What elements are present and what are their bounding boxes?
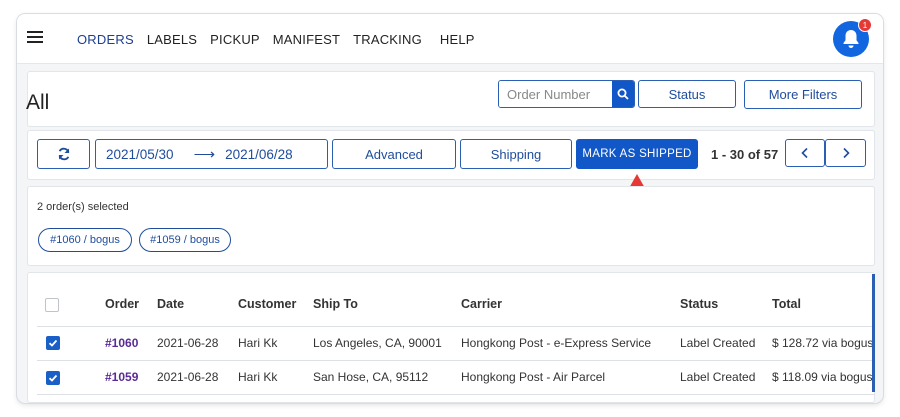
nav-manifest[interactable]: MANIFEST [273,32,340,47]
order-date: 2021-06-28 [157,370,219,384]
more-filters-button[interactable]: More Filters [744,80,862,109]
order-total: $ 128.72 via bogus [772,336,874,350]
page-title: All [26,91,50,114]
chevron-left-icon [801,147,808,159]
customer-name: Hari Kk [238,336,278,350]
prev-page-button[interactable] [785,139,825,167]
order-search [498,80,635,108]
vertical-scrollbar[interactable] [872,274,875,392]
col-carrier[interactable]: Carrier [461,297,502,311]
row-checkbox[interactable] [46,371,60,385]
refresh-button[interactable] [37,139,90,169]
order-status: Label Created [680,370,756,384]
refresh-icon [58,147,69,161]
app-window: ORDERS LABELS PICKUP MANIFEST TRACKING H… [17,14,883,403]
status-filter-button[interactable]: Status [638,80,736,108]
order-total: $ 118.09 via bogus [772,370,873,384]
pagination-text: 1 - 30 of 57 [711,147,779,162]
col-order[interactable]: Order [105,297,139,311]
ship-to: Los Angeles, CA, 90001 [313,336,442,350]
top-nav: ORDERS LABELS PICKUP MANIFEST TRACKING H… [17,14,883,64]
nav-pickup[interactable]: PICKUP [210,32,260,47]
checkmark-icon [48,339,58,347]
row-divider [37,394,875,395]
date-to: 2021/06/28 [225,146,293,162]
date-range-picker[interactable]: 2021/05/30 ⟶ 2021/06/28 [95,139,328,169]
bell-icon [843,30,859,48]
selected-order-chip[interactable]: #1060 / bogus [38,228,132,252]
order-link[interactable]: #1060 [105,336,138,350]
notification-badge: 1 [858,18,872,32]
col-date[interactable]: Date [157,297,184,311]
mark-as-shipped-button[interactable]: MARK AS SHIPPED [576,139,698,169]
nav-links: ORDERS LABELS PICKUP MANIFEST TRACKING H… [77,32,488,47]
row-divider [37,326,875,327]
order-date: 2021-06-28 [157,336,219,350]
carrier: Hongkong Post - e-Express Service [461,336,652,350]
search-button[interactable] [612,81,634,107]
menu-icon[interactable] [27,31,43,43]
col-status[interactable]: Status [680,297,718,311]
selection-summary: 2 order(s) selected [37,201,129,213]
col-ship-to[interactable]: Ship To [313,297,358,311]
carrier: Hongkong Post - Air Parcel [461,370,606,384]
advanced-button[interactable]: Advanced [332,139,456,169]
row-divider [37,360,875,361]
order-link[interactable]: #1059 [105,370,138,384]
ship-to: San Hose, CA, 95112 [313,370,429,384]
col-total[interactable]: Total [772,297,801,311]
order-number-input[interactable] [499,81,612,107]
chevron-right-icon [842,147,850,159]
order-status: Label Created [680,336,756,350]
col-customer[interactable]: Customer [238,297,296,311]
select-all-checkbox[interactable] [45,298,59,312]
selection-panel [27,186,875,266]
date-from: 2021/05/30 [106,146,174,162]
search-icon [617,88,629,100]
customer-name: Hari Kk [238,370,278,384]
nav-tracking[interactable]: TRACKING [353,32,422,47]
shipping-button[interactable]: Shipping [460,139,572,169]
selected-order-chip[interactable]: #1059 / bogus [139,228,231,252]
nav-orders[interactable]: ORDERS [77,32,134,47]
row-checkbox[interactable] [46,336,60,350]
arrow-right-icon: ⟶ [193,146,216,163]
nav-help[interactable]: HELP [440,32,475,47]
checkmark-icon [48,374,58,382]
next-page-button[interactable] [825,139,866,167]
nav-labels[interactable]: LABELS [147,32,197,47]
